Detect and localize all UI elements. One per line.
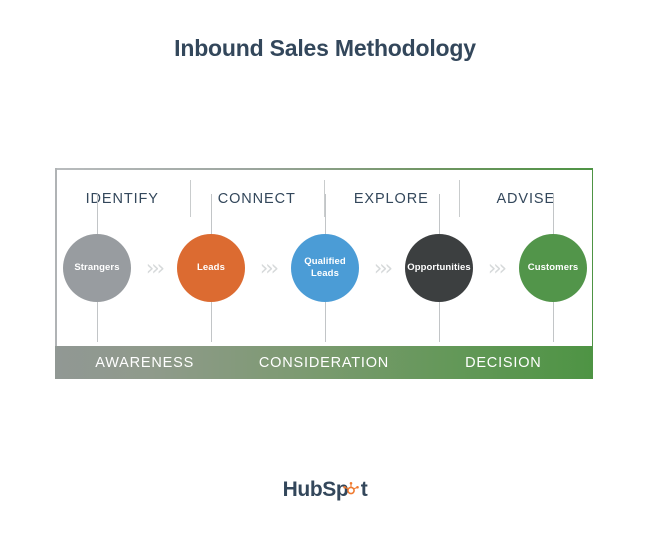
node-stem-up bbox=[210, 194, 212, 234]
node-label: Opportunities bbox=[407, 262, 471, 273]
node-stem-down bbox=[552, 302, 554, 342]
node-stem-up bbox=[96, 194, 98, 234]
hubspot-logo: HubSpot bbox=[0, 478, 650, 502]
phase-awareness: AWARENESS bbox=[55, 346, 234, 379]
stage-label: ADVISE bbox=[496, 190, 556, 207]
stage-label: CONNECT bbox=[217, 190, 296, 207]
phase-label: CONSIDERATION bbox=[258, 354, 390, 371]
logo-wordmark: HubSpot bbox=[283, 478, 368, 502]
sprocket-icon bbox=[342, 479, 359, 495]
buyer-journey-bar: AWARENESS CONSIDERATION DECISION bbox=[55, 346, 593, 379]
node-label: Qualified Leads bbox=[304, 256, 346, 279]
chevron-arrow-icon: ››› bbox=[373, 255, 393, 280]
phase-label: AWARENESS bbox=[95, 354, 195, 371]
chevron-arrow-icon: ››› bbox=[145, 255, 165, 280]
stage-advise: ADVISE bbox=[458, 180, 594, 217]
chevron-arrow-icon: ››› bbox=[487, 255, 507, 280]
page-title: Inbound Sales Methodology bbox=[174, 35, 476, 61]
node-stem-down bbox=[210, 302, 212, 342]
phase-decision: DECISION bbox=[414, 346, 593, 379]
node-strangers: Strangers bbox=[63, 194, 131, 342]
node-opportunities: Opportunities bbox=[405, 194, 473, 342]
frame-top-border bbox=[55, 168, 593, 170]
logo-text-after: t bbox=[360, 478, 368, 501]
node-stem-up bbox=[552, 194, 554, 234]
node-leads: Leads bbox=[177, 194, 245, 342]
funnel-node-row: Strangers ››› Leads ››› Qualified Leads … bbox=[0, 194, 650, 342]
chevron-arrow-icon: ››› bbox=[259, 255, 279, 280]
node-stem-up bbox=[324, 194, 326, 234]
node-customers: Customers bbox=[519, 194, 587, 342]
logo-text-before: HubSp bbox=[282, 478, 349, 501]
phase-label: DECISION bbox=[465, 354, 542, 371]
phase-consideration: CONSIDERATION bbox=[234, 346, 413, 379]
node-label: Leads bbox=[197, 262, 225, 273]
stage-label: EXPLORE bbox=[353, 190, 429, 207]
node-stem-down bbox=[324, 302, 326, 342]
node-stem-down bbox=[438, 302, 440, 342]
stage-identify: IDENTIFY bbox=[55, 182, 190, 215]
node-label: Strangers bbox=[74, 262, 120, 273]
node-label: Customers bbox=[527, 262, 579, 273]
node-qualified-leads: Qualified Leads bbox=[291, 194, 359, 342]
node-stem-up bbox=[438, 194, 440, 234]
node-stem-down bbox=[96, 302, 98, 342]
